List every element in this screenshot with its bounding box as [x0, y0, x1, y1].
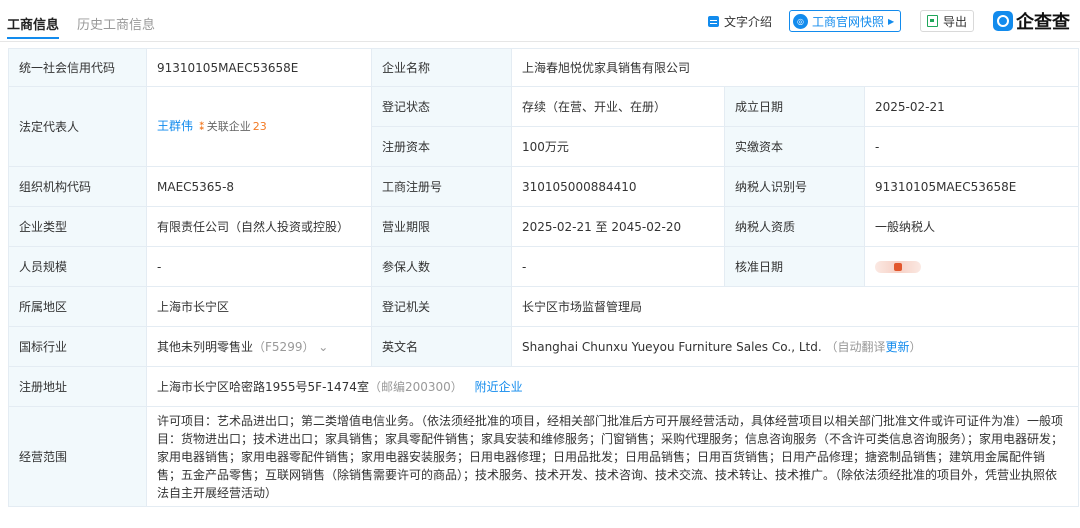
update-translation-link[interactable]: 更新: [886, 340, 910, 354]
reg-number-value: 310105000884410: [511, 166, 725, 207]
established-label: 成立日期: [724, 86, 865, 127]
industry-label: 国标行业: [8, 326, 147, 367]
legal-rep-label: 法定代表人: [8, 86, 147, 167]
text-intro-button[interactable]: 文字介绍: [708, 10, 772, 32]
business-term-label: 营业期限: [371, 206, 512, 247]
table-row: 法定代表人 王群伟 ⁑ 关联企业 23 登记状态 存续（在营、开业、在册） 成立日期 …: [8, 86, 1080, 167]
approval-date-label: 核准日期: [724, 246, 865, 287]
scope-label: 经营范围: [8, 406, 147, 507]
region-label: 所属地区: [8, 286, 147, 327]
region-value: 上海市长宁区: [146, 286, 372, 327]
chevron-down-icon[interactable]: ⌄: [314, 340, 328, 354]
reg-status-label: 登记状态: [371, 86, 512, 127]
tab-business-info[interactable]: 工商信息: [7, 14, 59, 33]
export-label: 导出: [943, 14, 968, 29]
credit-code-value: 91310105MAEC53658E: [146, 48, 372, 87]
table-row: 国标行业 其他未列明零售业（F5299） ⌄ 英文名 Shanghai Chun…: [8, 326, 1080, 367]
company-name-label: 企业名称: [371, 48, 512, 87]
table-row: 经营范围 许可项目：艺术品进出口；第二类增值电信业务。（依法须经批准的项目，经相…: [8, 406, 1080, 507]
english-name-label: 英文名: [371, 326, 512, 367]
industry-value: 其他未列明零售业: [157, 339, 254, 354]
reg-number-label: 工商注册号: [371, 166, 512, 207]
address-value: 上海市长宁区哈密路1955号5F-1474室: [157, 379, 369, 394]
taxpayer-qual-label: 纳税人资质: [724, 206, 865, 247]
taxpayer-id-label: 纳税人识别号: [724, 166, 865, 207]
english-name-value: Shanghai Chunxu Yueyou Furniture Sales C…: [522, 339, 822, 354]
staff-size-value: -: [146, 246, 372, 287]
related-companies-label: 关联企业: [206, 120, 251, 133]
org-code-label: 组织机构代码: [8, 166, 147, 207]
business-info-table: 统一社会信用代码 91310105MAEC53658E 企业名称 上海春旭悦优家…: [8, 48, 1080, 507]
excel-icon: [927, 15, 938, 27]
reg-status-value: 存续（在营、开业、在册）: [511, 86, 725, 127]
credit-code-label: 统一社会信用代码: [8, 48, 147, 87]
export-button[interactable]: 导出: [920, 10, 975, 32]
legal-rep-link[interactable]: 王群伟: [157, 119, 193, 133]
taxpayer-qual-value: 一般纳税人: [863, 206, 1080, 247]
industry-code: （F5299）: [253, 339, 315, 354]
reg-authority-value: 长宁区市场监督管理局: [510, 286, 1080, 327]
play-arrow-icon: ▶: [888, 16, 895, 26]
top-bar: 工商信息 历史工商信息 文字介绍 ◎ 工商官网快照 ▶ 导出 企查查: [0, 0, 1080, 42]
lock-icon[interactable]: [875, 261, 921, 273]
paid-capital-label: 实缴资本: [724, 126, 865, 167]
snapshot-icon: ◎: [793, 13, 808, 29]
paid-capital-value: -: [863, 126, 1080, 167]
approval-date-cell: [863, 246, 1080, 287]
snapshot-label: 工商官网快照: [812, 14, 885, 29]
qichacha-logo: 企查查: [993, 8, 1070, 34]
logo-mark-icon: [993, 11, 1013, 31]
document-icon: [708, 15, 719, 27]
taxpayer-id-value: 91310105MAEC53658E: [863, 166, 1080, 207]
table-row: 企业类型 有限责任公司（自然人投资或控股） 营业期限 2025-02-21 至 …: [8, 206, 1080, 247]
legal-rep-cell: 王群伟 ⁑ 关联企业 23: [146, 86, 372, 167]
logo-text: 企查查: [1016, 12, 1070, 33]
reg-capital-label: 注册资本: [371, 126, 512, 167]
english-name-cell: Shanghai Chunxu Yueyou Furniture Sales C…: [510, 326, 1080, 367]
text-intro-label: 文字介绍: [724, 14, 773, 29]
insured-value: -: [511, 246, 725, 287]
address-label: 注册地址: [8, 366, 147, 407]
auto-translate-note: （自动翻译: [825, 339, 886, 354]
auto-translate-note-end: ）: [909, 339, 922, 354]
nearby-companies-link[interactable]: 附近企业: [475, 380, 523, 394]
company-type-value: 有限责任公司（自然人投资或控股）: [146, 206, 372, 247]
table-row: 所属地区 上海市长宁区 登记机关 长宁区市场监督管理局: [8, 286, 1080, 327]
related-companies-count: 23: [252, 120, 267, 133]
company-type-label: 企业类型: [8, 206, 147, 247]
postcode: （邮编200300）: [368, 379, 463, 394]
official-snapshot-button[interactable]: ◎ 工商官网快照 ▶: [789, 10, 902, 32]
relation-icon: ⁑: [199, 120, 205, 133]
industry-cell[interactable]: 其他未列明零售业（F5299） ⌄: [146, 326, 372, 367]
table-row: 注册地址 上海市长宁区哈密路1955号5F-1474室（邮编200300） 附近…: [8, 366, 1080, 407]
insured-label: 参保人数: [371, 246, 512, 287]
business-scope-value: 许可项目：艺术品进出口；第二类增值电信业务。（依法须经批准的项目，经相关部门批准…: [145, 406, 1080, 507]
staff-size-label: 人员规模: [8, 246, 147, 287]
table-row: 人员规模 - 参保人数 - 核准日期: [8, 246, 1080, 287]
company-name-value: 上海春旭悦优家具销售有限公司: [510, 48, 1080, 87]
reg-authority-label: 登记机关: [371, 286, 512, 327]
active-tab-underline: [7, 37, 59, 39]
reg-capital-value: 100万元: [511, 126, 725, 167]
address-cell: 上海市长宁区哈密路1955号5F-1474室（邮编200300） 附近企业: [145, 366, 1080, 407]
related-companies-badge[interactable]: ⁑ 关联企业 23: [199, 118, 267, 136]
established-value: 2025-02-21: [863, 86, 1080, 127]
table-row: 统一社会信用代码 91310105MAEC53658E 企业名称 上海春旭悦优家…: [8, 48, 1080, 87]
tab-history-business-info[interactable]: 历史工商信息: [77, 14, 155, 33]
business-term-value: 2025-02-21 至 2045-02-20: [511, 206, 725, 247]
table-row: 组织机构代码 MAEC5365-8 工商注册号 310105000884410 …: [8, 166, 1080, 207]
org-code-value: MAEC5365-8: [146, 166, 372, 207]
